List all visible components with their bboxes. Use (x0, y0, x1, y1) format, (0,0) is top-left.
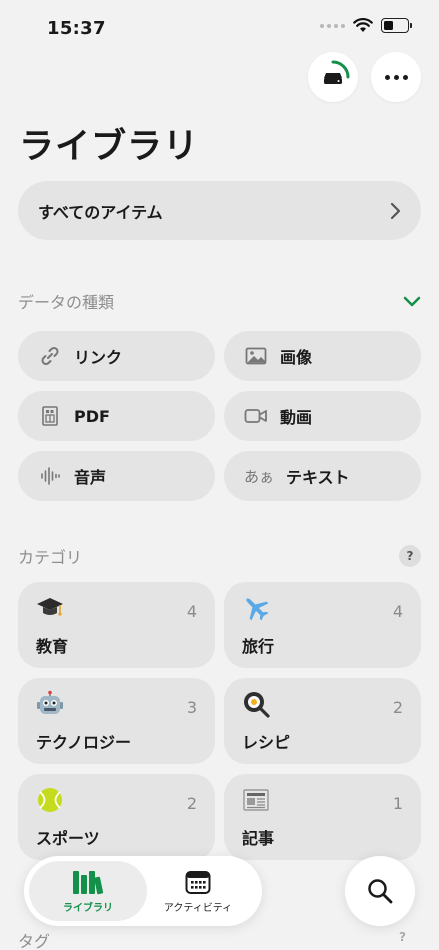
wifi-icon (353, 18, 373, 32)
categories-help-button[interactable]: ? (399, 545, 421, 567)
tab-bar: ライブラリ アクティビティ (24, 856, 262, 926)
category-card-article[interactable]: 1 記事 (224, 774, 421, 860)
category-label: 記事 (242, 829, 275, 848)
chevron-down-icon[interactable] (403, 295, 421, 307)
category-count: 2 (186, 794, 197, 813)
calendar-icon (185, 870, 211, 894)
category-count: 4 (186, 602, 197, 621)
battery-icon (381, 18, 412, 33)
type-pdf-label: PDF (74, 406, 110, 426)
audio-wave-icon (38, 464, 62, 488)
frying-pan-icon (244, 692, 270, 718)
data-types-header[interactable]: データの種類 (18, 289, 421, 313)
type-link-label: リンク (74, 348, 123, 367)
category-card-recipe[interactable]: 2 レシピ (224, 678, 421, 764)
tab-activity-label: アクティビティ (163, 902, 233, 914)
category-label: 教育 (36, 637, 69, 656)
robot-icon (37, 690, 63, 714)
type-audio-button[interactable]: 音声 (18, 451, 215, 501)
more-options-button[interactable] (371, 52, 421, 102)
type-link-button[interactable]: リンク (18, 331, 215, 381)
type-text-label: テキスト (286, 468, 350, 487)
airplane-icon (246, 598, 269, 621)
category-card-travel[interactable]: 4 旅行 (224, 582, 421, 668)
category-label: レシピ (242, 733, 291, 752)
type-image-button[interactable]: 画像 (224, 331, 421, 381)
library-books-icon (73, 870, 104, 894)
status-bar: 15:37 (0, 0, 439, 56)
link-icon (38, 344, 62, 368)
tab-library-label: ライブラリ (63, 902, 113, 914)
newspaper-icon (243, 789, 269, 811)
graduation-cap-icon (37, 598, 63, 616)
chevron-right-icon (390, 202, 401, 219)
category-count: 1 (392, 794, 403, 813)
type-pdf-button[interactable]: PDF (18, 391, 215, 441)
category-count: 2 (392, 698, 403, 717)
data-types-label: データの種類 (18, 293, 115, 312)
all-items-label: すべてのアイテム (38, 202, 163, 222)
category-label: 旅行 (242, 637, 275, 656)
tennis-ball-icon (38, 788, 62, 812)
tags-help-button[interactable]: ? (399, 930, 406, 944)
pdf-icon (38, 404, 62, 428)
type-audio-label: 音声 (74, 468, 107, 487)
cellular-signal-icon (320, 23, 345, 28)
type-video-label: 動画 (280, 408, 313, 427)
image-icon (244, 344, 268, 368)
search-button[interactable] (345, 856, 415, 926)
tags-label: タグ (18, 932, 51, 950)
category-label: テクノロジー (36, 733, 132, 752)
tab-library[interactable]: ライブラリ (29, 861, 147, 921)
type-text-button[interactable]: あぁ テキスト (224, 451, 421, 501)
categories-label: カテゴリ (18, 548, 83, 567)
storage-button[interactable] (308, 52, 358, 102)
text-icon: あぁ (244, 467, 275, 486)
category-count: 4 (392, 602, 403, 621)
category-count: 3 (186, 698, 197, 717)
type-video-button[interactable]: 動画 (224, 391, 421, 441)
page-title: ライブラリ (19, 127, 200, 167)
category-card-sports[interactable]: 2 スポーツ (18, 774, 215, 860)
status-time: 15:37 (47, 18, 106, 39)
tab-activity[interactable]: アクティビティ (139, 861, 257, 921)
category-card-education[interactable]: 4 教育 (18, 582, 215, 668)
categories-header: カテゴリ ? (18, 544, 421, 568)
status-icons (320, 18, 412, 33)
ellipsis-icon (384, 74, 408, 80)
category-card-technology[interactable]: 3 テクノロジー (18, 678, 215, 764)
storage-drive-icon (324, 60, 350, 84)
all-items-button[interactable]: すべてのアイテム (18, 181, 421, 240)
video-icon (244, 404, 268, 428)
category-label: スポーツ (36, 829, 100, 848)
search-icon (368, 879, 393, 904)
type-image-label: 画像 (280, 348, 313, 367)
